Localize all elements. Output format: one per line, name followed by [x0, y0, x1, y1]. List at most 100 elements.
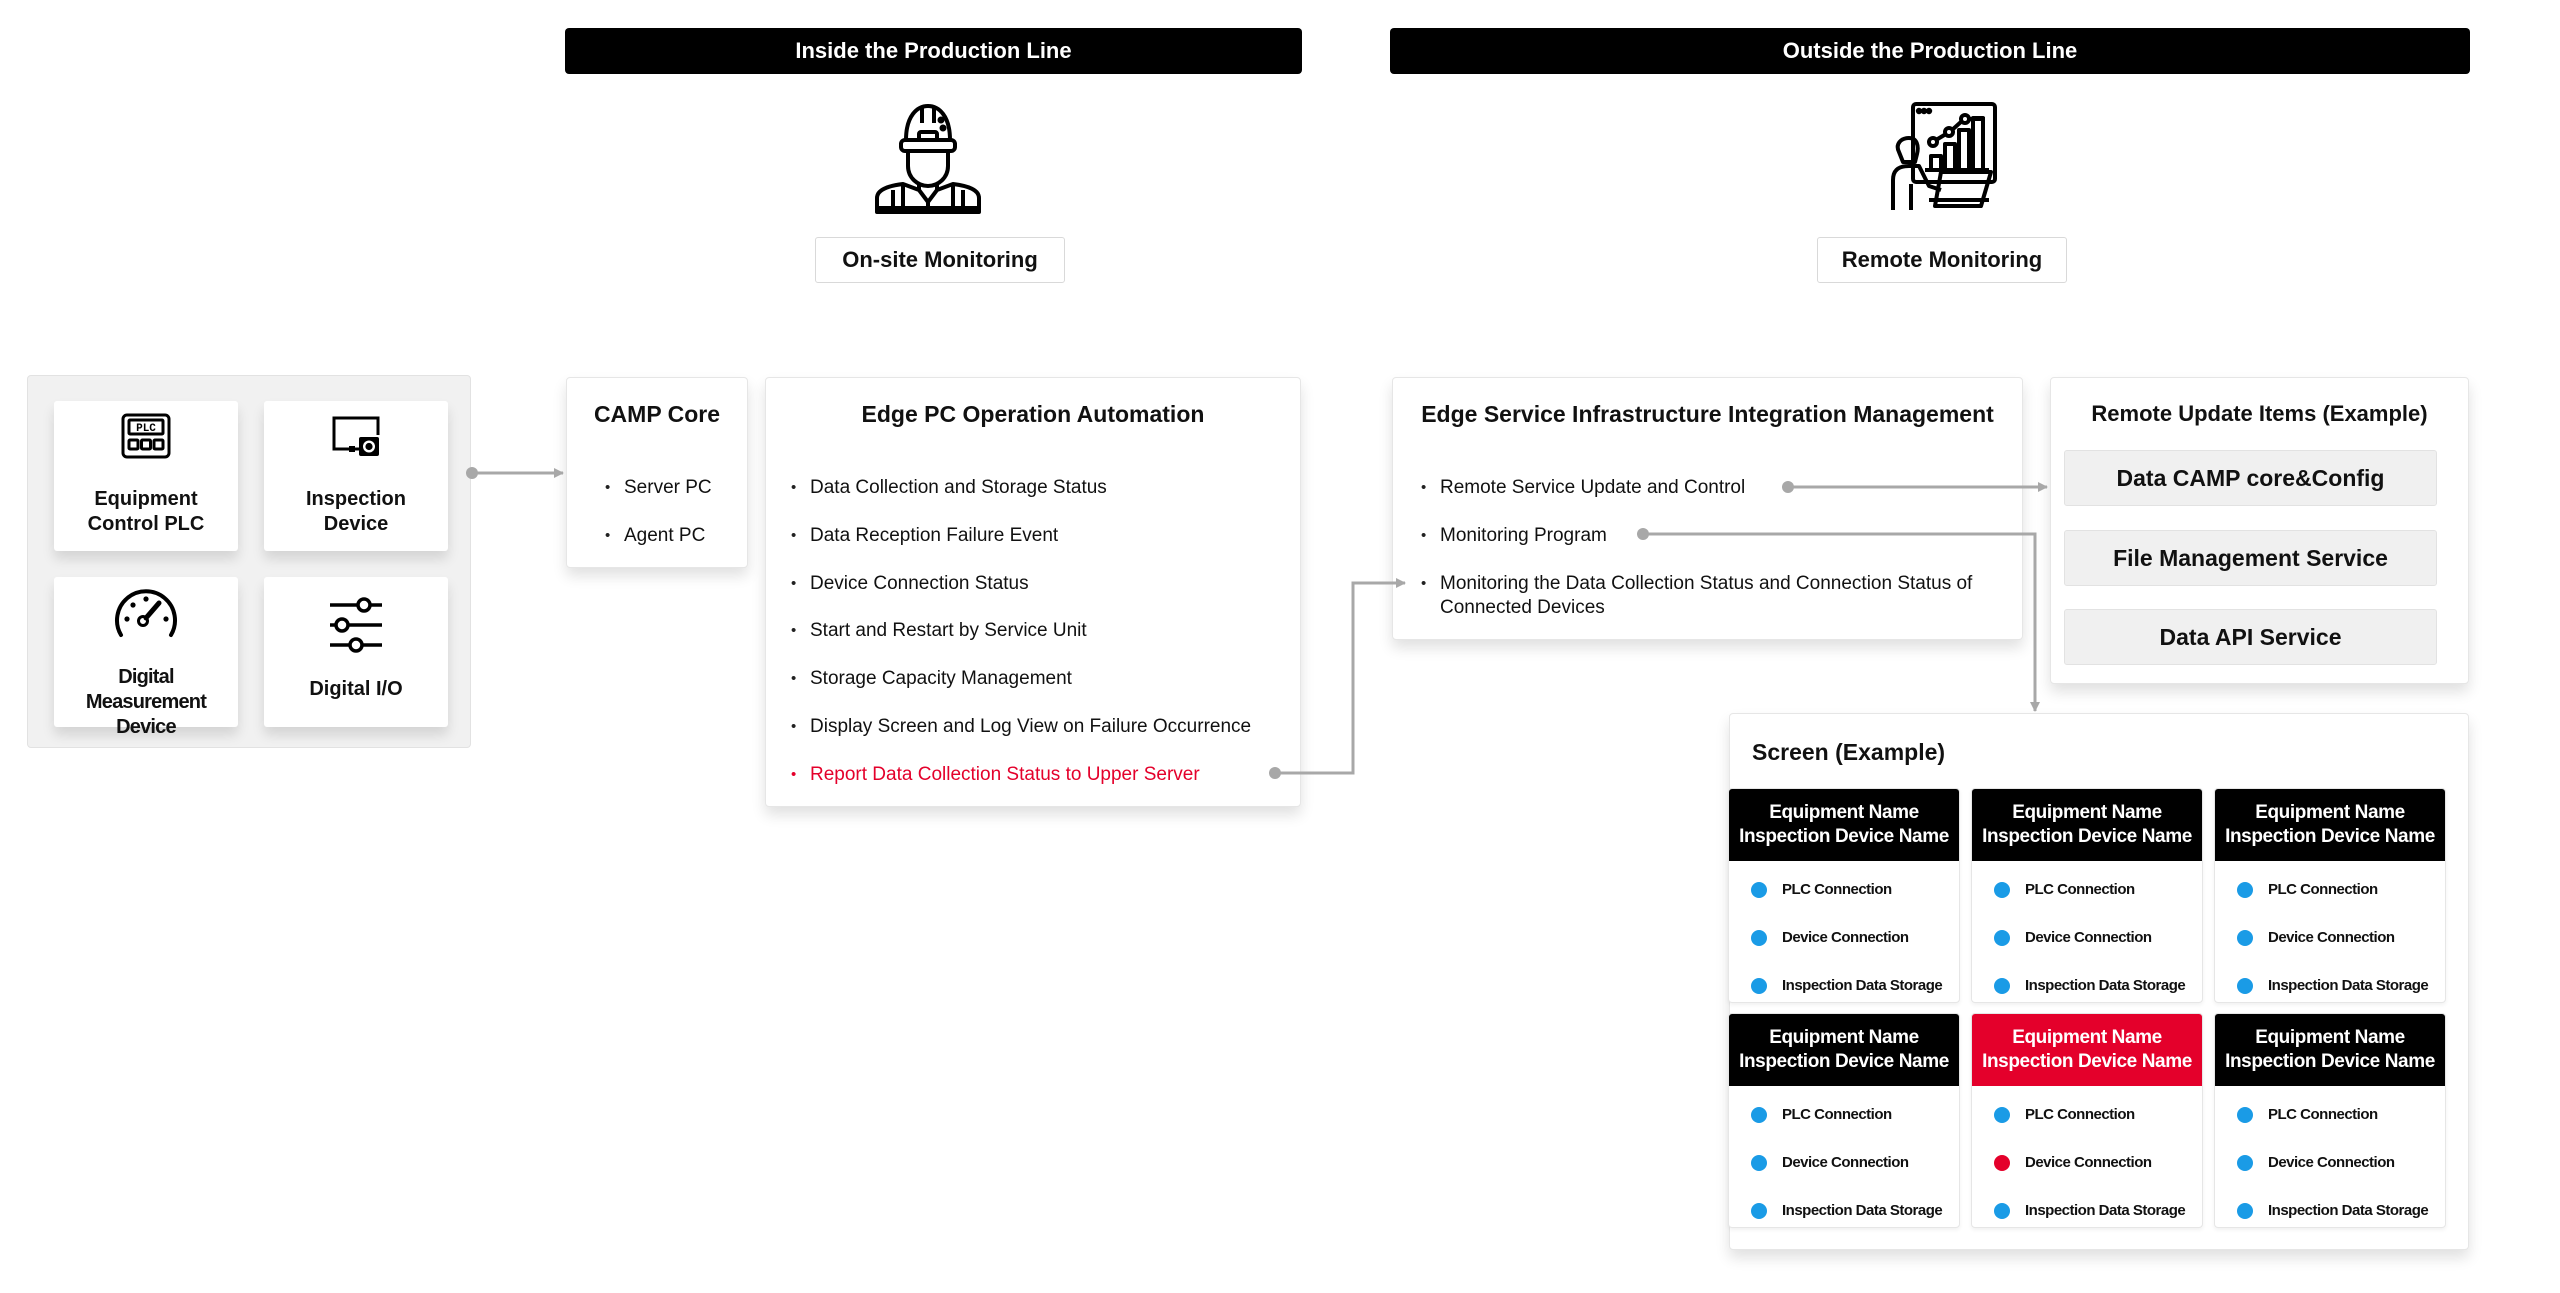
remote-update-title: Remote Update Items (Example) — [2091, 401, 2428, 426]
device-label-line2: Device — [323, 513, 389, 535]
equipment-card-header: Equipment Name Inspection Device Name — [1729, 789, 1959, 861]
status-label: PLC Connection — [2268, 881, 2378, 898]
status-row: Inspection Data Storage — [1751, 977, 1943, 994]
camp-core-title: CAMP Core — [593, 401, 721, 427]
equipment-status-card[interactable]: Equipment Name Inspection Device Name PLC … — [2214, 1013, 2446, 1228]
remote-update-box: Remote Update Items (Example) Data CAMP … — [2050, 377, 2469, 684]
device-card-digital-io[interactable]: Digital I/O — [264, 577, 448, 727]
gauge-icon — [113, 589, 179, 639]
device-label-line1: Inspection — [305, 488, 406, 510]
status-label: PLC Connection — [1782, 881, 1892, 898]
status-row: Device Connection — [2237, 1154, 2395, 1171]
device-label: Inspection Device — [264, 487, 448, 537]
status-row: PLC Connection — [1994, 1106, 2135, 1123]
zone-header-outside-label: Outside the Production Line — [1782, 38, 2078, 63]
status-ok-indicator — [1994, 881, 2010, 898]
plc-icon: PLC — [121, 413, 171, 459]
status-row: Device Connection — [1751, 929, 1909, 946]
device-label: Digital I/O — [264, 677, 448, 702]
equipment-name: Equipment Name — [1769, 802, 1919, 823]
status-row: Inspection Data Storage — [1994, 1202, 2186, 1219]
equipment-status-card[interactable]: Equipment Name Inspection Device Name PLC … — [1728, 1013, 1960, 1228]
status-ok-indicator — [1751, 1154, 1767, 1171]
inspection-device-name: Inspection Device Name — [1982, 826, 2192, 847]
status-row: Device Connection — [1994, 929, 2152, 946]
equipment-name: Equipment Name — [2255, 1027, 2405, 1048]
status-label: PLC Connection — [2025, 881, 2135, 898]
status-row: Inspection Data Storage — [2237, 977, 2429, 994]
device-card-measurement[interactable]: Digital Measurement Device — [54, 577, 238, 738]
device-label-line2: Control PLC — [87, 513, 205, 535]
equipment-card-header: Equipment Name Inspection Device Name — [1972, 1014, 2202, 1086]
device-card-plc[interactable]: PLC Equipment Control PLC — [54, 401, 238, 551]
zone-header-outside: Outside the Production Line — [1390, 28, 2470, 74]
onsite-monitoring-label: On-site Monitoring — [815, 237, 1065, 283]
equipment-name: Equipment Name — [1769, 1027, 1919, 1048]
status-label: Device Connection — [2025, 1154, 2152, 1171]
remote-update-item: File Management Service — [2064, 530, 2437, 586]
inspection-device-icon — [331, 415, 381, 459]
onsite-monitoring-text: On-site Monitoring — [842, 247, 1038, 272]
status-ok-indicator — [1751, 881, 1767, 898]
edge-service-box: Edge Service Infrastructure Integration … — [1392, 377, 2023, 640]
status-label: PLC Connection — [2025, 1106, 2135, 1123]
status-label: PLC Connection — [2268, 1106, 2378, 1123]
status-label: Device Connection — [2268, 1154, 2395, 1171]
device-label-line1: Equipment — [94, 488, 198, 510]
sliders-icon — [328, 597, 384, 653]
inspection-device-name: Inspection Device Name — [1739, 826, 1949, 847]
equipment-status-card[interactable]: Equipment Name Inspection Device Name PLC … — [1728, 788, 1960, 1003]
device-card-inspection[interactable]: Inspection Device — [264, 401, 448, 551]
status-label: Device Connection — [2268, 929, 2395, 946]
list-item: Display Screen and Log View on Failure O… — [791, 715, 1251, 739]
status-label: Inspection Data Storage — [2025, 977, 2186, 994]
remote-analyst-icon — [1889, 100, 1999, 212]
equipment-card-header: Equipment Name Inspection Device Name — [2215, 1014, 2445, 1086]
status-row: Device Connection — [1994, 1154, 2152, 1171]
status-ok-indicator — [1751, 929, 1767, 946]
status-row: PLC Connection — [1994, 881, 2135, 898]
equipment-status-card[interactable]: Equipment Name Inspection Device Name PLC … — [1971, 788, 2203, 1003]
equipment-card-header: Equipment Name Inspection Device Name — [2215, 789, 2445, 861]
screen-example-title: Screen (Example) — [1752, 739, 1946, 765]
list-item: Agent PC — [605, 524, 705, 548]
status-label: Inspection Data Storage — [1782, 1202, 1943, 1219]
list-item: Remote Service Update and Control — [1421, 476, 1745, 500]
status-ok-indicator — [1994, 929, 2010, 946]
screen-example-box: Screen (Example) Equipment Name Inspectio… — [1728, 713, 2469, 1250]
device-label: Digital Measurement Device — [54, 665, 238, 740]
status-row: Inspection Data Storage — [2237, 1202, 2429, 1219]
device-label-line2: Measurement Device — [85, 691, 207, 738]
remote-update-item: Data CAMP core&Config — [2064, 450, 2437, 506]
status-error-indicator — [1994, 1154, 2010, 1171]
status-ok-indicator — [1994, 977, 2010, 994]
equipment-status-card[interactable]: Equipment Name Inspection Device Name PLC … — [2214, 788, 2446, 1003]
worker-icon — [873, 98, 983, 214]
status-ok-indicator — [1751, 977, 1767, 994]
svg-text:PLC: PLC — [136, 423, 156, 435]
status-row: PLC Connection — [1751, 1106, 1892, 1123]
equipment-status-card[interactable]: Equipment Name Inspection Device Name PLC … — [1971, 1013, 2203, 1228]
status-ok-indicator — [2237, 1154, 2253, 1171]
status-label: Inspection Data Storage — [2025, 1202, 2186, 1219]
status-row: PLC Connection — [1751, 881, 1892, 898]
zone-header-inside-label: Inside the Production Line — [795, 38, 1072, 63]
status-row: Device Connection — [2237, 929, 2395, 946]
status-label: Inspection Data Storage — [1782, 977, 1943, 994]
status-label: Inspection Data Storage — [2268, 977, 2429, 994]
equipment-name: Equipment Name — [2012, 802, 2162, 823]
inspection-device-name: Inspection Device Name — [2225, 826, 2435, 847]
status-label: Device Connection — [1782, 929, 1909, 946]
status-ok-indicator — [2237, 1202, 2253, 1219]
edge-pc-automation-title: Edge PC Operation Automation — [861, 401, 1205, 427]
list-item: Storage Capacity Management — [791, 667, 1072, 691]
list-item: Server PC — [605, 476, 712, 500]
edge-service-title: Edge Service Infrastructure Integration … — [1421, 401, 1994, 427]
remote-update-item: Data API Service — [2064, 609, 2437, 665]
status-row: PLC Connection — [2237, 1106, 2378, 1123]
status-label: PLC Connection — [1782, 1106, 1892, 1123]
status-row: Device Connection — [1751, 1154, 1909, 1171]
zone-header-inside: Inside the Production Line — [565, 28, 1302, 74]
inspection-device-name: Inspection Device Name — [1982, 1051, 2192, 1072]
devices-panel: PLC Equipment Control PLC Inspection Dev… — [27, 375, 471, 748]
